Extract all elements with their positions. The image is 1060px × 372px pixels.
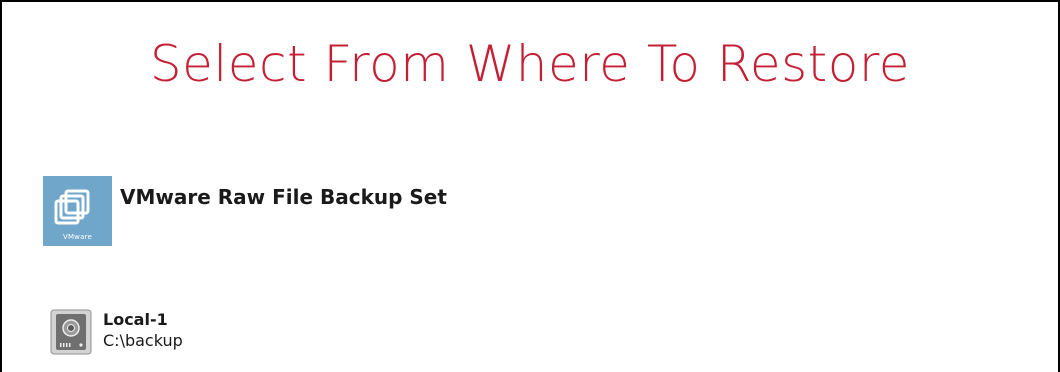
backup-set-item[interactable]: VMware VMware Raw File Backup Set <box>43 176 447 246</box>
destination-text: Local-1 C:\backup <box>103 309 183 351</box>
hard-drive-icon <box>50 309 92 355</box>
destination-name: Local-1 <box>103 310 168 329</box>
destination-path: C:\backup <box>103 331 183 350</box>
restore-window: Select From Where To Restore VMware VMwa… <box>0 0 1060 372</box>
page-title: Select From Where To Restore <box>149 35 911 93</box>
destination-item[interactable]: Local-1 C:\backup <box>50 309 183 355</box>
vmware-icon: VMware <box>43 176 112 246</box>
vmware-icon-caption: VMware <box>62 233 93 241</box>
backup-set-name: VMware Raw File Backup Set <box>120 185 447 209</box>
